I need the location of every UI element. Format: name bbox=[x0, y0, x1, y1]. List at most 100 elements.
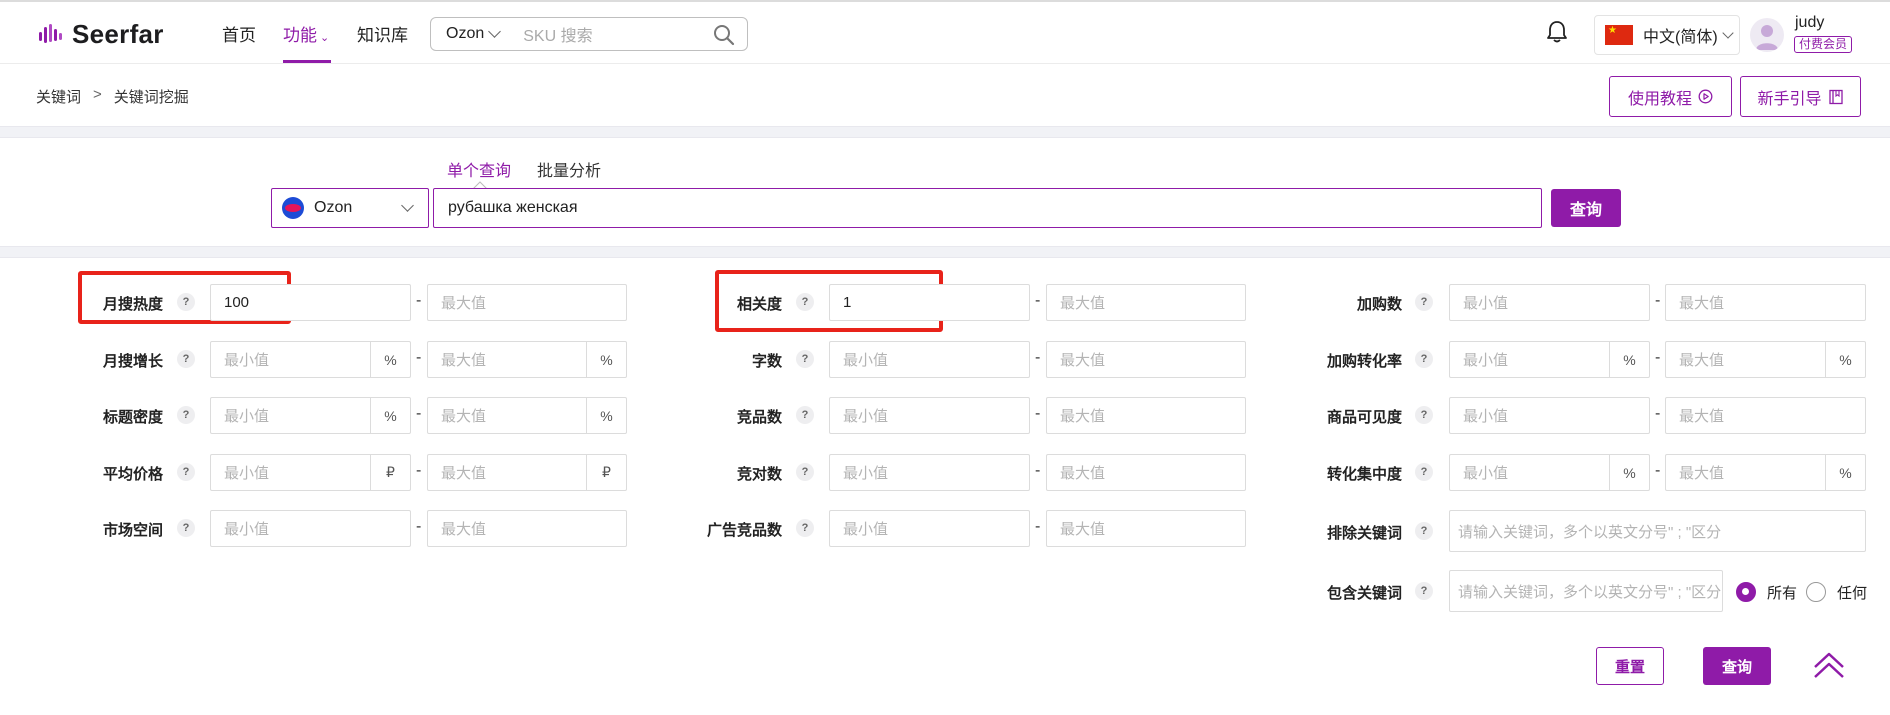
word-count-min-input[interactable]: 最小值 bbox=[829, 341, 1030, 378]
market-space-max-input[interactable]: 最大值 bbox=[427, 510, 627, 547]
competing-products-max-input[interactable]: 最大值 bbox=[1046, 397, 1246, 434]
help-icon[interactable]: ? bbox=[1415, 522, 1433, 540]
help-icon[interactable]: ? bbox=[796, 519, 814, 537]
ad-competing-products-min-input[interactable]: 最小值 bbox=[829, 510, 1030, 547]
title-density-min-input[interactable]: 最小值% bbox=[210, 397, 411, 434]
help-icon[interactable]: ? bbox=[796, 406, 814, 424]
filter-label-competing-products: 竞品数 bbox=[736, 409, 782, 426]
market-space-min-input[interactable]: 最小值 bbox=[210, 510, 411, 547]
platform-select-value: Ozon bbox=[314, 199, 353, 216]
radio-match-all-label: 所有 bbox=[1767, 585, 1798, 602]
add-to-cart-max-input[interactable]: 最大值 bbox=[1665, 284, 1866, 321]
placeholder: 最小值 bbox=[1463, 352, 1509, 369]
chevron-down-icon[interactable] bbox=[488, 25, 502, 38]
placeholder: 最大值 bbox=[1679, 295, 1725, 312]
seerfar-logo[interactable]: Seerfar bbox=[38, 19, 164, 49]
range-dash: - bbox=[1655, 349, 1661, 366]
placeholder: 最大值 bbox=[441, 352, 487, 369]
monthly-search-max-input[interactable]: 最大值 bbox=[427, 284, 627, 321]
help-icon[interactable]: ? bbox=[796, 293, 814, 311]
chevron-down-icon bbox=[1722, 26, 1734, 39]
help-icon[interactable]: ? bbox=[1415, 582, 1433, 600]
reset-button[interactable]: 重置 bbox=[1596, 647, 1664, 685]
help-icon[interactable]: ? bbox=[796, 350, 814, 368]
exclude-keywords-input[interactable]: 请输入关键词，多个以英文分号" ; "区分 bbox=[1449, 510, 1866, 552]
avg-price-max-input[interactable]: 最大值 ₽ bbox=[427, 454, 627, 491]
ruble-unit: ₽ bbox=[370, 455, 410, 490]
placeholder: 最小值 bbox=[1463, 408, 1509, 425]
radio-match-all[interactable] bbox=[1736, 582, 1756, 602]
guide-button[interactable]: 新手引导 bbox=[1740, 76, 1861, 117]
filter-label-exclude-keywords: 排除关键词 bbox=[1326, 525, 1402, 542]
help-icon[interactable]: ? bbox=[177, 463, 195, 481]
nav-home[interactable]: 首页 bbox=[222, 21, 256, 63]
filter-label-avg-price: 平均价格 bbox=[102, 466, 163, 483]
section-divider bbox=[0, 126, 1890, 138]
keyword-search-input[interactable] bbox=[433, 188, 1542, 228]
conversion-concentration-max-input[interactable]: 最大值% bbox=[1665, 454, 1866, 491]
range-dash: - bbox=[416, 405, 422, 422]
title-density-max-input[interactable]: 最大值% bbox=[427, 397, 627, 434]
help-icon[interactable]: ? bbox=[1415, 293, 1433, 311]
help-icon[interactable]: ? bbox=[177, 519, 195, 537]
monthly-growth-max-input[interactable]: 最大值% bbox=[427, 341, 627, 378]
user-name[interactable]: judy bbox=[1795, 14, 1824, 32]
chevron-down-icon: ⌄ bbox=[320, 32, 330, 44]
add-to-cart-min-input[interactable]: 最小值 bbox=[1449, 284, 1650, 321]
avatar[interactable] bbox=[1750, 18, 1784, 52]
include-keywords-input[interactable]: 请输入关键词，多个以英文分号" ; "区分 bbox=[1449, 570, 1723, 612]
help-icon[interactable]: ? bbox=[177, 293, 195, 311]
percent-unit: % bbox=[586, 342, 626, 377]
competing-products-min-input[interactable]: 最小值 bbox=[829, 397, 1030, 434]
competitors-max-input[interactable]: 最大值 bbox=[1046, 454, 1246, 491]
ad-competing-products-max-input[interactable]: 最大值 bbox=[1046, 510, 1246, 547]
breadcrumb-keyword[interactable]: 关键词 bbox=[36, 86, 81, 107]
search-icon[interactable] bbox=[713, 24, 735, 46]
sku-platform-select[interactable]: Ozon bbox=[446, 25, 484, 43]
relevance-max-input[interactable]: 最大值 bbox=[1046, 284, 1246, 321]
help-icon[interactable]: ? bbox=[177, 350, 195, 368]
scroll-to-top-icon[interactable] bbox=[1812, 651, 1846, 679]
range-dash: - bbox=[1655, 292, 1661, 309]
placeholder: 最大值 bbox=[1679, 408, 1725, 425]
sku-search-box: Ozon SKU 搜索 bbox=[430, 17, 748, 51]
help-icon[interactable]: ? bbox=[796, 463, 814, 481]
monthly-growth-min-input[interactable]: 最小值% bbox=[210, 341, 411, 378]
tab-batch-analysis[interactable]: 批量分析 bbox=[537, 157, 601, 181]
placeholder: 最大值 bbox=[1060, 521, 1106, 538]
language-select[interactable]: 中文(简体) bbox=[1594, 15, 1740, 55]
avg-price-min-input[interactable]: 最小值 ₽ bbox=[210, 454, 411, 491]
word-count-max-input[interactable]: 最大值 bbox=[1046, 341, 1246, 378]
platform-select[interactable]: Ozon bbox=[271, 188, 429, 228]
monthly-search-min-input[interactable]: 100 bbox=[210, 284, 411, 321]
help-icon[interactable]: ? bbox=[1415, 406, 1433, 424]
help-icon[interactable]: ? bbox=[1415, 350, 1433, 368]
bell-icon[interactable] bbox=[1545, 19, 1569, 45]
cart-conversion-max-input[interactable]: 最大值% bbox=[1665, 341, 1866, 378]
placeholder: 最小值 bbox=[224, 465, 270, 482]
filter-label-include-keywords: 包含关键词 bbox=[1326, 585, 1402, 602]
tutorial-button[interactable]: 使用教程 bbox=[1609, 76, 1732, 117]
radio-match-any[interactable] bbox=[1806, 582, 1826, 602]
percent-unit: % bbox=[1609, 455, 1649, 490]
help-icon[interactable]: ? bbox=[177, 406, 195, 424]
product-visibility-min-input[interactable]: 最小值 bbox=[1449, 397, 1650, 434]
conversion-concentration-min-input[interactable]: 最小值% bbox=[1449, 454, 1650, 491]
range-dash: - bbox=[1035, 292, 1041, 309]
percent-unit: % bbox=[1609, 342, 1649, 377]
placeholder: 最大值 bbox=[1060, 408, 1106, 425]
relevance-min-input[interactable]: 1 bbox=[829, 284, 1030, 321]
tab-single-query[interactable]: 单个查询 bbox=[447, 157, 511, 181]
help-icon[interactable]: ? bbox=[1415, 463, 1433, 481]
product-visibility-max-input[interactable]: 最大值 bbox=[1665, 397, 1866, 434]
placeholder: 请输入关键词，多个以英文分号" ; "区分 bbox=[1458, 583, 1722, 601]
nav-features[interactable]: 功能 ⌄ bbox=[283, 21, 331, 63]
nav-knowledge[interactable]: 知识库 bbox=[357, 21, 408, 63]
query-button[interactable]: 查询 bbox=[1703, 647, 1771, 685]
filter-label-title-density: 标题密度 bbox=[102, 409, 163, 426]
filter-label-conversion-concentration: 转化集中度 bbox=[1326, 466, 1402, 483]
search-query-button[interactable]: 查询 bbox=[1551, 189, 1621, 227]
placeholder: 最大值 bbox=[441, 408, 487, 425]
competitors-min-input[interactable]: 最小值 bbox=[829, 454, 1030, 491]
cart-conversion-min-input[interactable]: 最小值% bbox=[1449, 341, 1650, 378]
